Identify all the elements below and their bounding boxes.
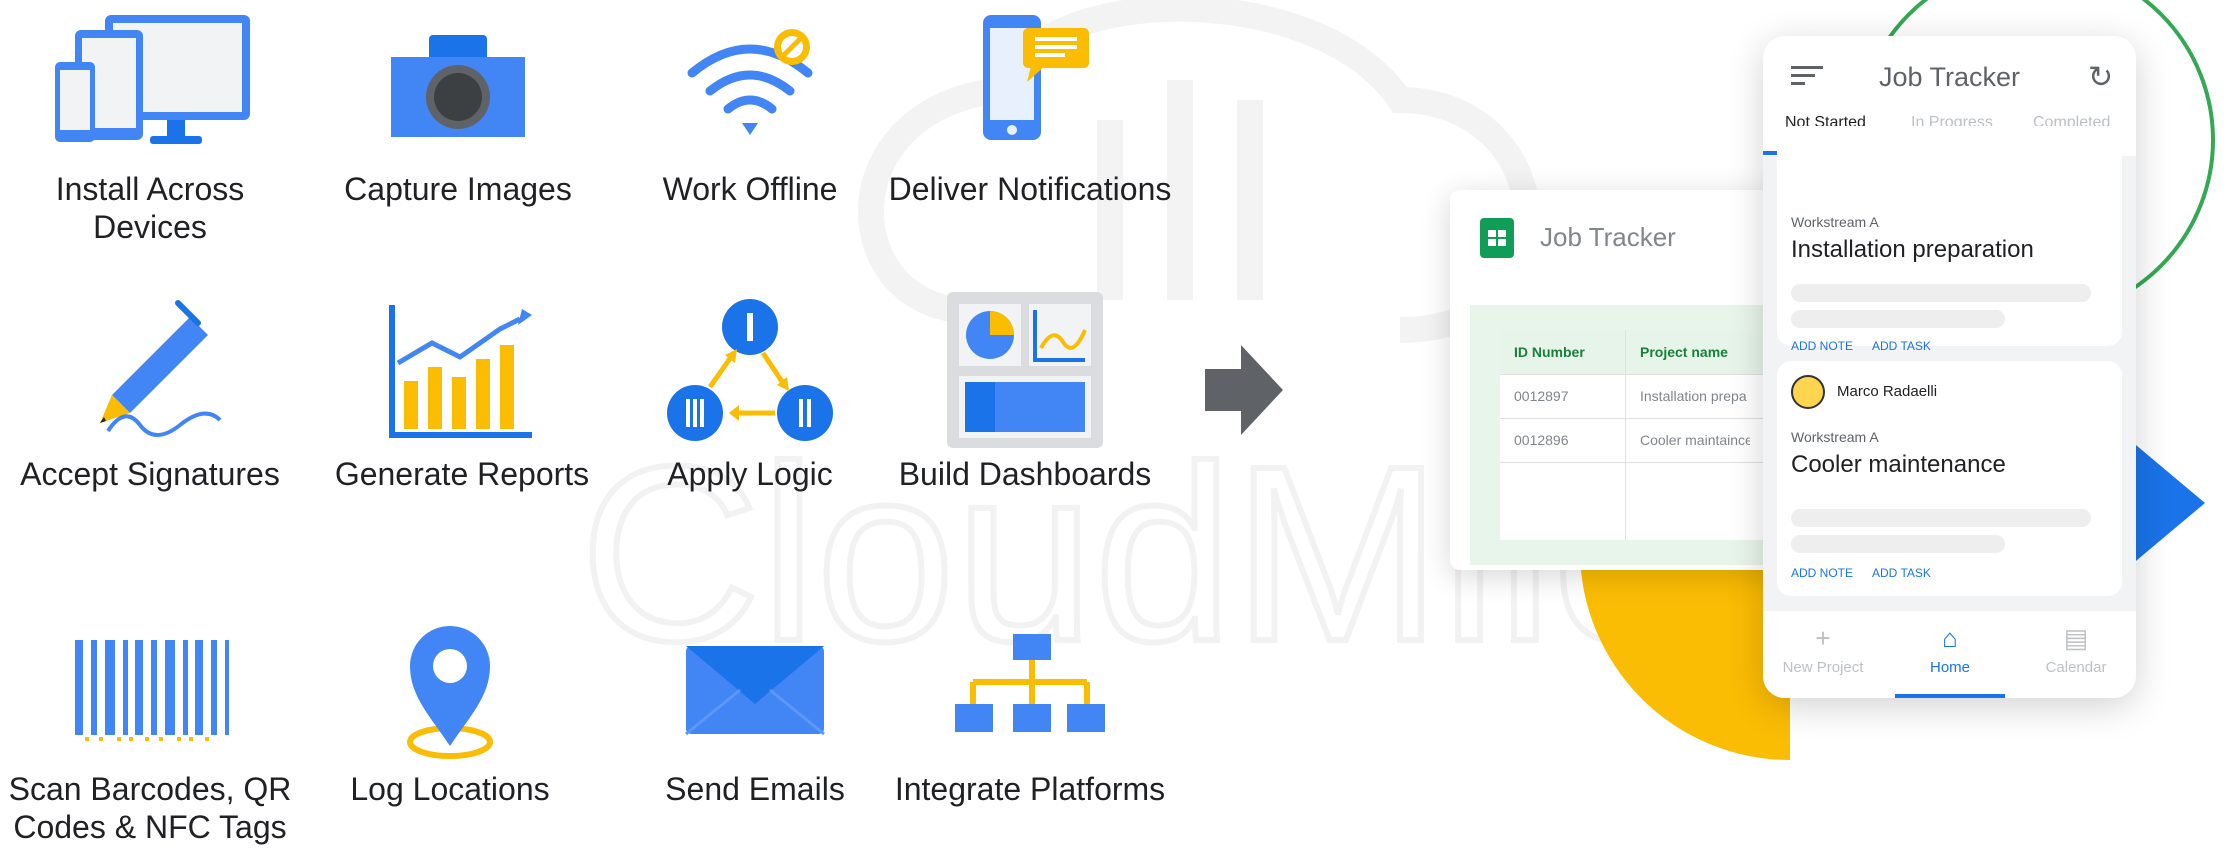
- active-nav-indicator: [1895, 694, 2005, 698]
- column-divider: [1625, 330, 1626, 540]
- sheet-title: Job Tracker: [1540, 222, 1676, 252]
- sheets-icon: [1480, 217, 1514, 258]
- cell: 0012896: [1514, 432, 1569, 448]
- refresh-icon[interactable]: ↻: [2088, 60, 2113, 95]
- column-header: Project name: [1640, 344, 1728, 360]
- add-note-button[interactable]: ADD NOTE: [1791, 566, 1853, 580]
- project-name: Installation preparation: [1791, 236, 2034, 263]
- project-name: Cooler maintenance: [1791, 451, 2006, 478]
- bottom-nav: + New Project ⌂ Home ▤ Calendar: [1763, 611, 2136, 698]
- nav-calendar[interactable]: ▤ Calendar: [2016, 623, 2136, 676]
- plus-icon: +: [1815, 623, 1831, 653]
- phone-app: Job Tracker ↻ Not Started In Progress Co…: [1763, 36, 2136, 698]
- add-note-button[interactable]: ADD NOTE: [1791, 339, 1853, 353]
- avatar: [1791, 375, 1825, 409]
- nav-label: Calendar: [2045, 659, 2107, 676]
- placeholder-bar: [1791, 535, 2005, 553]
- placeholder-bar: [1791, 310, 2005, 328]
- workstream-label: Workstream A: [1791, 214, 1879, 230]
- app-title: Job Tracker: [1878, 62, 2021, 92]
- add-task-button[interactable]: ADD TASK: [1872, 566, 1931, 580]
- home-icon: ⌂: [1942, 623, 1958, 653]
- assignee-name: Marco Radaelli: [1837, 383, 1938, 400]
- column-header: ID Number: [1514, 344, 1585, 360]
- job-card[interactable]: Marco Radaelli Workstream A Cooler maint…: [1777, 361, 2122, 596]
- cell: Cooler maintaince: [1640, 432, 1750, 448]
- nav-label: New Project: [1782, 659, 1864, 676]
- cell: Installation prepa: [1640, 388, 1747, 404]
- nav-new-project[interactable]: + New Project: [1763, 623, 1883, 676]
- add-task-button[interactable]: ADD TASK: [1872, 339, 1931, 353]
- placeholder-bar: [1791, 284, 2091, 302]
- cell: 0012897: [1514, 388, 1569, 404]
- workstream-label: Workstream A: [1791, 429, 1879, 445]
- placeholder-bar: [1791, 509, 2091, 527]
- calendar-icon: ▤: [2063, 623, 2089, 653]
- nav-home[interactable]: ⌂ Home: [1890, 623, 2010, 676]
- nav-label: Home: [1929, 659, 1970, 676]
- job-card[interactable]: Workstream A Installation preparation AD…: [1777, 126, 2122, 353]
